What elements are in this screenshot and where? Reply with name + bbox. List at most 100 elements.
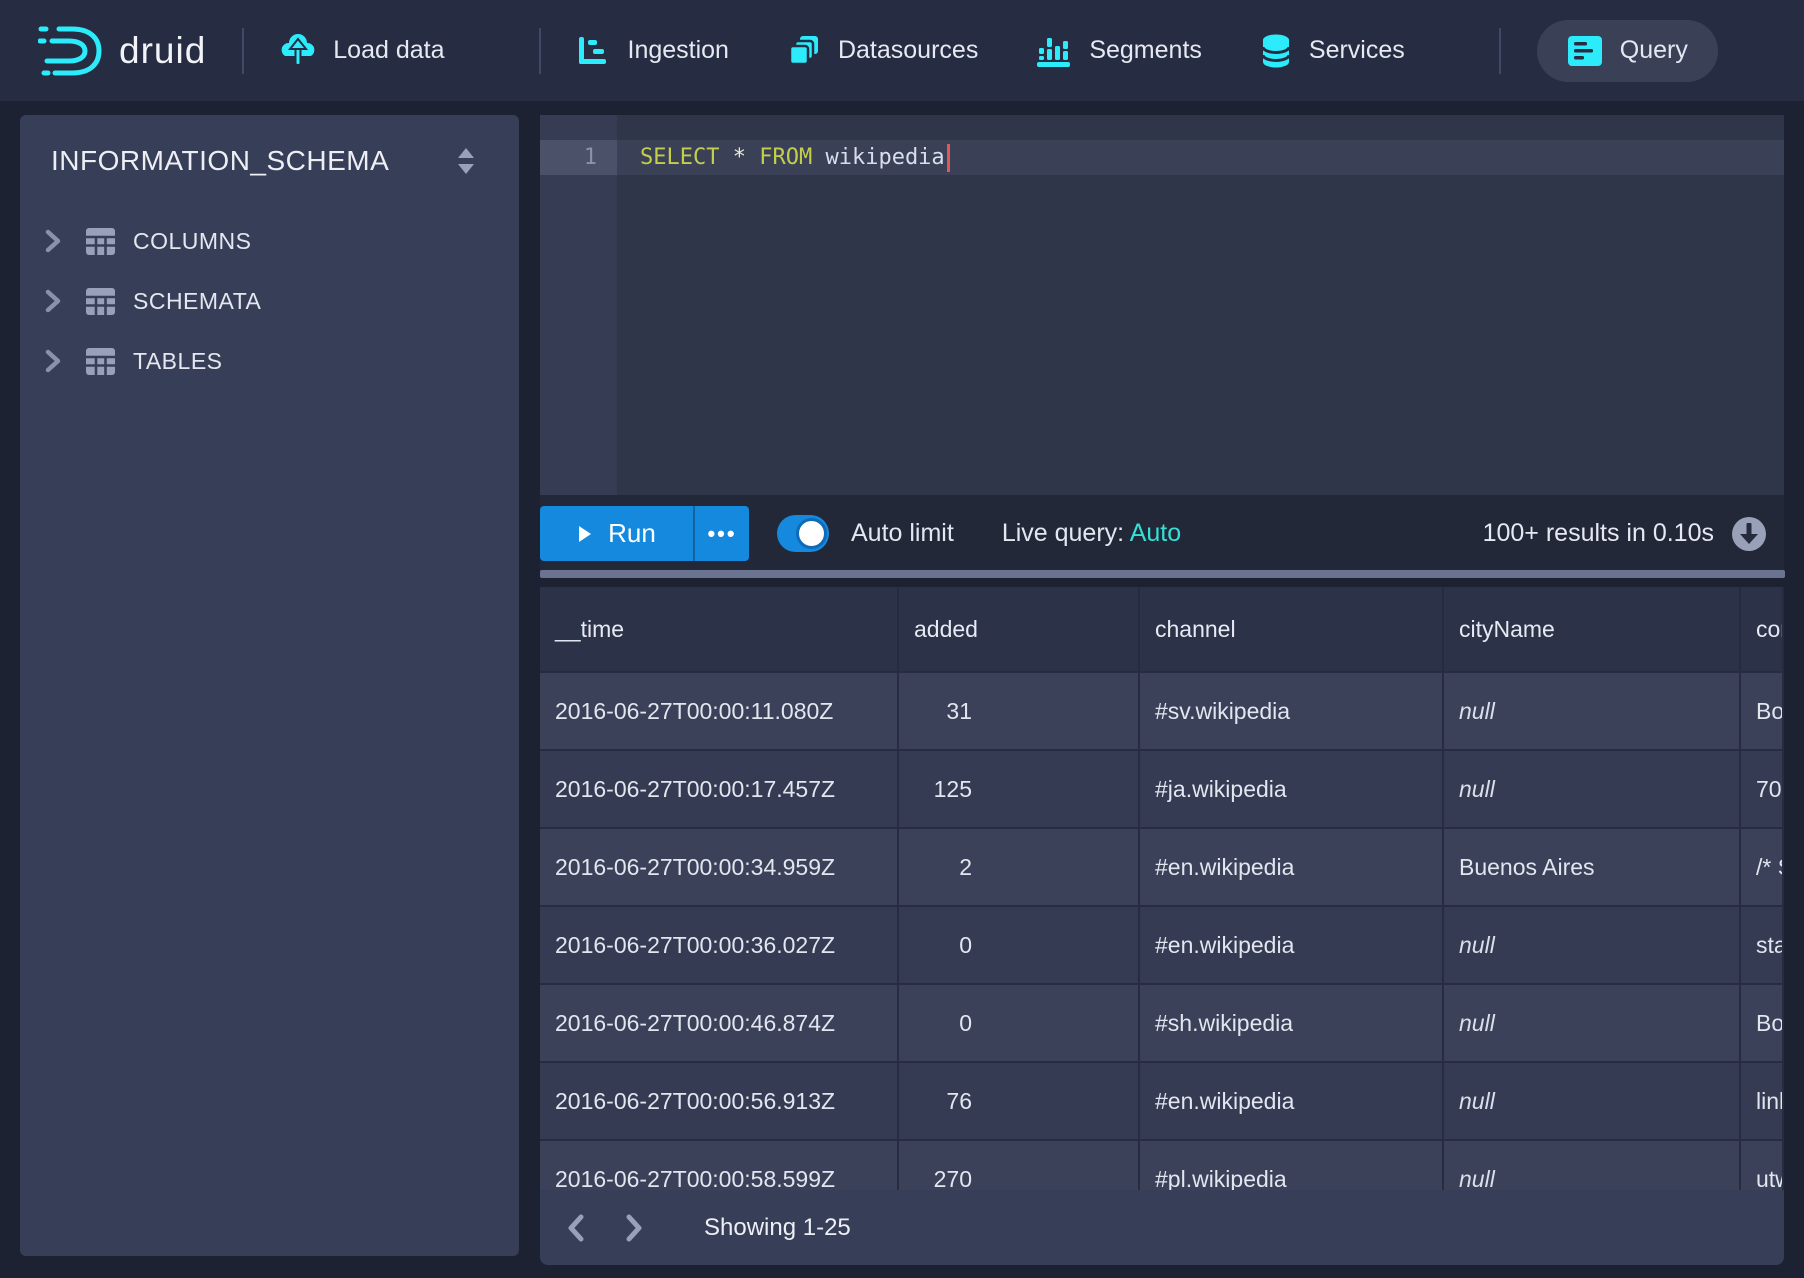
nav-divider	[1499, 28, 1501, 74]
cell-channel: #ja.wikipedia	[1140, 749, 1444, 827]
sql-keyword: FROM	[759, 145, 812, 170]
cell-cityname: null	[1444, 1061, 1741, 1139]
results-table: __time added channel cityName comment 20…	[540, 587, 1784, 1265]
nav-divider	[242, 28, 244, 74]
cell-channel: #en.wikipedia	[1140, 827, 1444, 905]
cell-added: 2	[899, 827, 1140, 905]
cell-time: 2016-06-27T00:00:34.959Z	[540, 827, 899, 905]
play-icon	[577, 525, 592, 543]
nav-item-datasources[interactable]: Datasources	[787, 34, 978, 68]
pane-splitter[interactable]	[540, 570, 1785, 578]
cell-cityname: null	[1444, 671, 1741, 749]
table-row: 2016-06-27T00:00:56.913Z 76 #en.wikipedi…	[540, 1061, 1784, 1139]
nav-item-segments[interactable]: Segments	[1036, 34, 1202, 68]
table-icon	[86, 348, 115, 375]
navbar: druid Load data Ingestion	[0, 0, 1804, 101]
database-icon	[1260, 33, 1292, 69]
auto-limit-label[interactable]: Auto limit	[851, 519, 954, 548]
next-page-button[interactable]	[612, 1206, 656, 1250]
live-query: Live query: Auto	[1002, 519, 1181, 548]
cell-added: 0	[899, 905, 1140, 983]
nav-item-label: Ingestion	[628, 36, 729, 65]
cell-comment: Bot	[1741, 671, 1784, 749]
nav-item-label: Datasources	[838, 36, 978, 65]
nav-item-label: Query	[1620, 36, 1688, 65]
nav-item-label: Services	[1309, 36, 1405, 65]
cell-channel: #en.wikipedia	[1140, 905, 1444, 983]
table-row: 2016-06-27T00:00:17.457Z 125 #ja.wikiped…	[540, 749, 1784, 827]
nav-item-label: Load data	[333, 36, 444, 65]
toggle-knob	[796, 518, 827, 549]
sql-star: *	[733, 145, 746, 170]
tree-item-columns[interactable]: COLUMNS	[20, 211, 519, 271]
cell-comment: stat	[1741, 905, 1784, 983]
cell-cityname: null	[1444, 749, 1741, 827]
column-header-channel[interactable]: channel	[1140, 587, 1444, 671]
tree-item-label: TABLES	[133, 348, 223, 375]
table-row: 2016-06-27T00:00:11.080Z 31 #sv.wikipedi…	[540, 671, 1784, 749]
cell-added: 31	[899, 671, 1140, 749]
table-row: 2016-06-27T00:00:36.027Z 0 #en.wikipedia…	[540, 905, 1784, 983]
table-row: 2016-06-27T00:00:34.959Z 2 #en.wikipedia…	[540, 827, 1784, 905]
nav-item-services[interactable]: Services	[1260, 33, 1405, 69]
bar-chart-icon	[1036, 34, 1072, 68]
cell-comment: Bot	[1741, 983, 1784, 1061]
cell-cityname: Buenos Aires	[1444, 827, 1741, 905]
previous-page-button[interactable]	[554, 1206, 598, 1250]
column-header-cityname[interactable]: cityName	[1444, 587, 1741, 671]
pagination-bar: Showing 1-25	[540, 1190, 1784, 1265]
column-header-time[interactable]: __time	[540, 587, 899, 671]
tree-item-schemata[interactable]: SCHEMATA	[20, 271, 519, 331]
cell-added: 125	[899, 749, 1140, 827]
schema-title: INFORMATION_SCHEMA	[51, 145, 389, 177]
cell-time: 2016-06-27T00:00:17.457Z	[540, 749, 899, 827]
line-number: 1	[540, 145, 617, 170]
cell-channel: #sv.wikipedia	[1140, 671, 1444, 749]
sql-query-text: SELECT * FROM wikipedia	[617, 144, 950, 172]
cell-comment: 70.2	[1741, 749, 1784, 827]
table-row: 2016-06-27T00:00:46.874Z 0 #sh.wikipedia…	[540, 983, 1784, 1061]
live-query-label: Live query:	[1002, 519, 1124, 547]
nav-item-ingestion[interactable]: Ingestion	[577, 35, 729, 67]
table-icon	[86, 228, 115, 255]
chevron-right-icon[interactable]	[44, 289, 64, 313]
double-caret-vertical-icon[interactable]	[455, 146, 477, 176]
nav-divider	[539, 28, 541, 74]
sql-keyword: SELECT	[640, 145, 719, 170]
chevron-right-icon[interactable]	[44, 349, 64, 373]
tree-item-label: COLUMNS	[133, 228, 252, 255]
cell-added: 76	[899, 1061, 1140, 1139]
text-cursor	[947, 144, 950, 172]
brand-name: druid	[119, 30, 206, 72]
run-toolbar: Run ••• Auto limit Live query: Auto 100+…	[540, 495, 1784, 572]
brand[interactable]: druid	[38, 24, 206, 78]
auto-limit-toggle[interactable]	[777, 515, 829, 552]
cell-channel: #en.wikipedia	[1140, 1061, 1444, 1139]
nav-item-query-active[interactable]: Query	[1537, 20, 1718, 82]
run-button-label: Run	[608, 518, 656, 549]
cell-channel: #sh.wikipedia	[1140, 983, 1444, 1061]
column-header-added[interactable]: added	[899, 587, 1140, 671]
sql-editor[interactable]: 1 SELECT * FROM wikipedia	[540, 115, 1784, 495]
chevron-right-icon[interactable]	[44, 229, 64, 253]
cell-comment: link	[1741, 1061, 1784, 1139]
download-button[interactable]	[1730, 515, 1768, 553]
druid-logo-icon	[38, 24, 104, 78]
ingestion-chart-icon	[577, 35, 611, 67]
showing-label: Showing 1-25	[704, 1214, 851, 1242]
cell-time: 2016-06-27T00:00:36.027Z	[540, 905, 899, 983]
chevron-left-icon	[566, 1214, 586, 1242]
cell-time: 2016-06-27T00:00:56.913Z	[540, 1061, 899, 1139]
column-header-comment[interactable]: comment	[1741, 587, 1784, 671]
run-more-button[interactable]: •••	[693, 506, 749, 561]
tree-item-tables[interactable]: TABLES	[20, 331, 519, 391]
live-query-value[interactable]: Auto	[1130, 519, 1181, 547]
run-button[interactable]: Run	[540, 506, 693, 561]
nav-item-load-data[interactable]: Load data	[280, 33, 444, 69]
console-icon	[1567, 35, 1603, 67]
nav-item-label: Segments	[1089, 36, 1202, 65]
table-header-row: __time added channel cityName comment	[540, 587, 1784, 671]
cell-time: 2016-06-27T00:00:46.874Z	[540, 983, 899, 1061]
schema-tree: COLUMNS SCHEMATA	[20, 211, 519, 391]
cloud-upload-icon	[280, 33, 316, 69]
